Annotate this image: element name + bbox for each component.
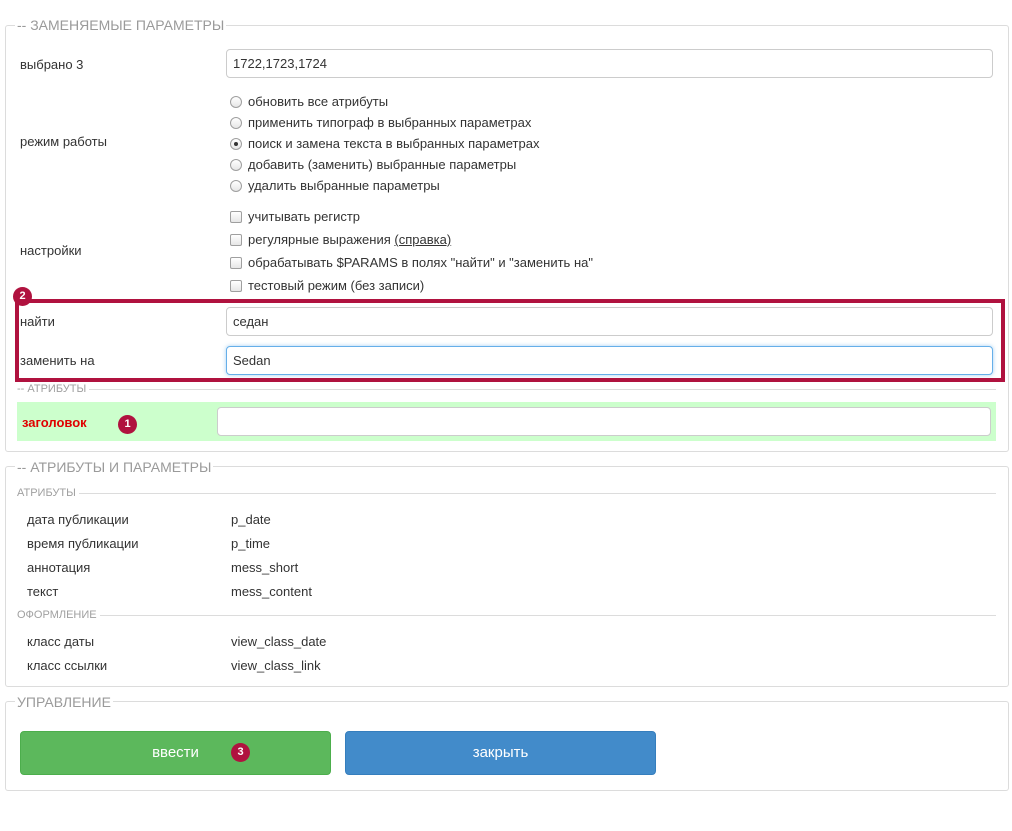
attributes-rule	[17, 389, 996, 390]
mode-option-label: обновить все атрибуты	[248, 94, 389, 109]
radio-search-replace[interactable]	[230, 138, 242, 150]
control-legend: УПРАВЛЕНИЕ	[15, 694, 113, 710]
replace-params-fieldset	[5, 25, 1009, 452]
attr-label: время публикации	[27, 536, 139, 551]
attr-value: p_date	[231, 512, 271, 527]
attributes-heading-rule	[17, 493, 996, 494]
annotation-badge-3: 3	[231, 743, 250, 762]
design-value: view_class_link	[231, 658, 321, 673]
setting-label: учитывать регистр	[248, 209, 361, 224]
title-label: заголовок	[22, 415, 87, 430]
mode-option-label: поиск и замена текста в выбранных параме…	[248, 136, 540, 151]
attr-label: дата публикации	[27, 512, 129, 527]
attributes-params-fieldset	[5, 466, 1009, 687]
mode-option-label: удалить выбранные параметры	[248, 178, 440, 193]
radio-update-all[interactable]	[230, 96, 242, 108]
checkbox-regex[interactable]	[230, 234, 242, 246]
find-replace-highlight-box	[15, 299, 1005, 382]
mode-label: режим работы	[20, 134, 107, 149]
regex-help-link[interactable]: (справка)	[394, 232, 451, 247]
title-input[interactable]	[217, 407, 991, 436]
design-label: класс ссылки	[27, 658, 108, 673]
design-heading-rule	[17, 615, 996, 616]
selected-ids-input[interactable]	[226, 49, 993, 78]
design-heading: ОФОРМЛЕНИЕ	[17, 608, 100, 622]
attributes-heading: АТРИБУТЫ	[17, 486, 79, 500]
mode-option-label: применить типограф в выбранных параметра…	[248, 115, 532, 130]
checkbox-process-params[interactable]	[230, 257, 242, 269]
submit-button-label: ввести	[152, 744, 199, 761]
checkbox-case-sensitive[interactable]	[230, 211, 242, 223]
annotation-badge-1: 1	[118, 415, 137, 434]
setting-label: регулярные выражения	[248, 232, 391, 247]
radio-delete[interactable]	[230, 180, 242, 192]
setting-regex-text: регулярные выражения (справка)	[248, 231, 451, 249]
close-button[interactable]: закрыть	[345, 731, 656, 775]
design-value: view_class_date	[231, 634, 327, 649]
radio-typograph[interactable]	[230, 117, 242, 129]
submit-button[interactable]: ввести	[20, 731, 331, 775]
selected-count-label: выбрано 3	[20, 57, 84, 72]
replace-params-legend: -- ЗАМЕНЯЕМЫЕ ПАРАМЕТРЫ	[15, 17, 227, 33]
mode-option-label: добавить (заменить) выбранные параметры	[248, 157, 517, 172]
attributes-sub-legend: -- АТРИБУТЫ	[17, 382, 90, 396]
design-label: класс даты	[27, 634, 95, 649]
settings-label: настройки	[20, 243, 82, 258]
close-button-label: закрыть	[472, 744, 529, 761]
attr-value: mess_short	[231, 560, 299, 575]
checkbox-test-mode[interactable]	[230, 280, 242, 292]
setting-label: тестовый режим (без записи)	[248, 278, 425, 293]
annotation-badge-2: 2	[13, 287, 32, 306]
radio-add-replace[interactable]	[230, 159, 242, 171]
setting-label: обрабатывать $PARAMS в полях "найти" и "…	[248, 255, 593, 270]
attr-value: mess_content	[231, 584, 312, 599]
attr-label: текст	[27, 584, 59, 599]
attributes-params-legend: -- АТРИБУТЫ И ПАРАМЕТРЫ	[15, 459, 214, 475]
attr-label: аннотация	[27, 560, 91, 575]
attr-value: p_time	[231, 536, 271, 551]
